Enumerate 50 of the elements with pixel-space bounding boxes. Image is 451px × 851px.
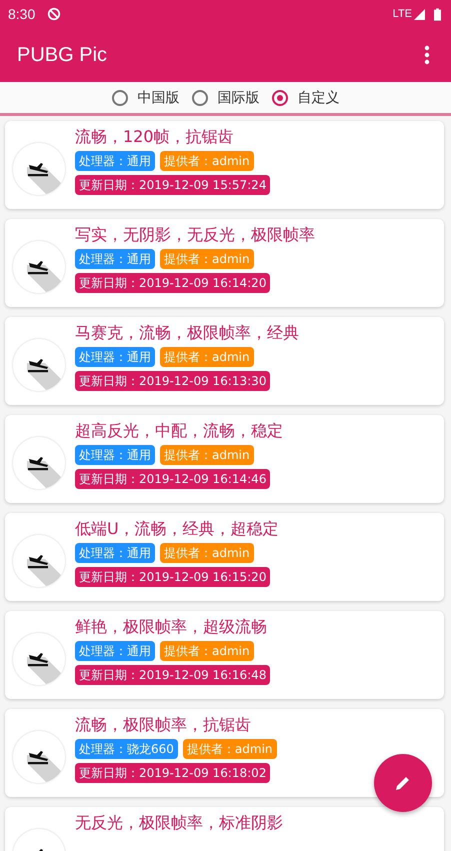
config-title: 超高反光，中配，流畅，稳定: [75, 421, 283, 441]
radio-label[interactable]: 中国版: [138, 88, 180, 106]
processor-tag: 处理器：通用: [75, 641, 155, 661]
update-date-tag: 更新日期：2019-12-09 15:57:24: [75, 175, 270, 195]
update-date-tag: 更新日期：2019-12-09 16:13:30: [75, 371, 270, 391]
config-title: 无反光，极限帧率，标准阴影: [75, 813, 283, 833]
config-card[interactable]: 无反光，极限帧率，标准阴影: [5, 807, 444, 851]
processor-tag: 处理器：通用: [75, 543, 155, 563]
provider-tag: 提供者：admin: [160, 445, 254, 465]
network-type: LTE: [392, 8, 412, 20]
provider-tag: 提供者：admin: [160, 151, 254, 171]
radio-label[interactable]: 自定义: [298, 88, 340, 106]
config-card[interactable]: 马赛克，流畅，极限帧率，经典 处理器：通用 提供者：admin 更新日期：2019-12-09 16:13:30: [5, 317, 444, 405]
config-title: 马赛克，流畅，极限帧率，经典: [75, 323, 299, 343]
provider-tag: 提供者：admin: [160, 249, 254, 269]
processor-tag: 处理器：通用: [75, 445, 155, 465]
app-title: PUBG Pic: [17, 44, 108, 66]
processor-tag: 处理器：通用: [75, 249, 155, 269]
update-date-tag: 更新日期：2019-12-09 16:16:48: [75, 665, 270, 685]
battery-icon: [434, 8, 441, 20]
update-date-tag: 更新日期：2019-12-09 16:14:20: [75, 273, 270, 293]
config-title: 鲜艳，极限帧率，超级流畅: [75, 617, 268, 637]
radio-button[interactable]: [112, 90, 128, 106]
update-date-tag: 更新日期：2019-12-09 16:18:02: [75, 763, 270, 783]
update-date-tag: 更新日期：2019-12-09 16:14:46: [75, 469, 270, 489]
provider-tag: 提供者：admin: [160, 641, 254, 661]
radio-button[interactable]: [272, 90, 288, 106]
config-card[interactable]: 写实，无阴影，无反光，极限帧率 处理器：通用 提供者：admin 更新日期：2019-12-09 16:14:20: [5, 219, 444, 307]
config-card[interactable]: 鲜艳，极限帧率，超级流畅 处理器：通用 提供者：admin 更新日期：2019-12-09 16:16:48: [5, 611, 444, 699]
radio-button[interactable]: [192, 90, 208, 106]
more-options-icon[interactable]: [424, 45, 430, 65]
config-card[interactable]: 低端U，流畅，经典，超稳定 处理器：通用 提供者：admin 更新日期：2019-12-09 16:15:20: [5, 513, 444, 601]
config-card[interactable]: 超高反光，中配，流畅，稳定 处理器：通用 提供者：admin 更新日期：2019-12-09 16:14:46: [5, 415, 444, 503]
provider-tag: 提供者：admin: [160, 543, 254, 563]
config-title: 写实，无阴影，无反光，极限帧率: [75, 225, 315, 245]
signal-icon: [414, 8, 425, 20]
provider-tag: 提供者：admin: [182, 739, 277, 759]
config-title: 流畅，120帧，抗锯齿: [75, 127, 235, 147]
config-card[interactable]: 流畅，120帧，抗锯齿 处理器：通用 提供者：admin 更新日期：2019-12-09 15:57:24: [5, 121, 444, 209]
processor-tag: 处理器：骁龙660: [75, 739, 178, 759]
processor-tag: 处理器：通用: [75, 347, 155, 367]
update-date-tag: 更新日期：2019-12-09 16:15:20: [75, 567, 270, 587]
processor-tag: 处理器：通用: [75, 151, 155, 171]
provider-tag: 提供者：admin: [160, 347, 254, 367]
do-not-disturb-icon: [47, 7, 62, 21]
config-title: 流畅，极限帧率，抗锯齿: [75, 715, 252, 735]
status-time: 8:30: [8, 6, 36, 22]
config-card[interactable]: 流畅，极限帧率，抗锯齿 处理器：骁龙660 提供者：admin 更新日期：2019-12-09 16:18:02: [5, 709, 444, 797]
radio-label[interactable]: 国际版: [218, 88, 260, 106]
config-title: 低端U，流畅，经典，超稳定: [75, 519, 279, 539]
